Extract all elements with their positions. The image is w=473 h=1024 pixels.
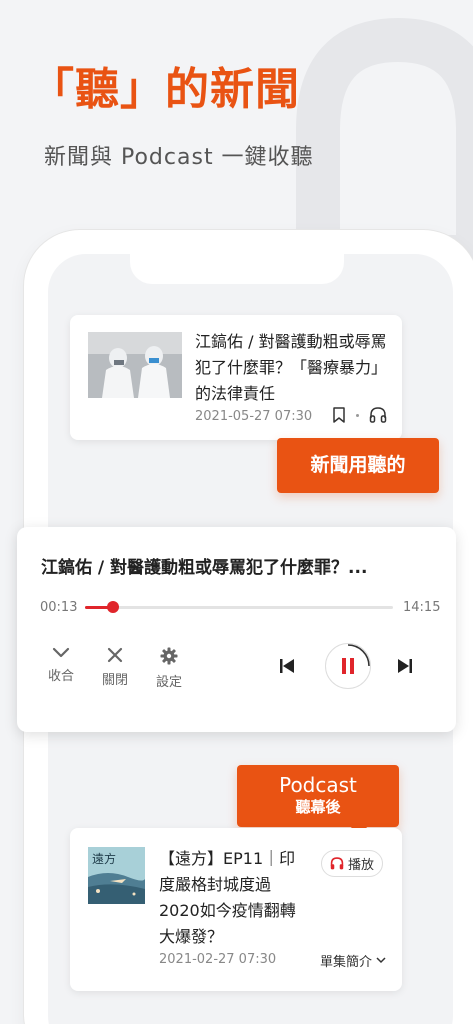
chevron-down-icon <box>376 957 386 964</box>
phone-notch <box>130 254 344 284</box>
player-title: 江鎬佑 / 對醫護動粗或辱罵犯了什麼罪？... <box>41 558 368 578</box>
headphones-icon <box>330 857 344 870</box>
separator-dot <box>356 413 359 417</box>
hero-subtitle: 新聞與 Podcast 一鍵收聽 <box>44 145 314 170</box>
elapsed-time: 00:13 <box>40 600 78 615</box>
close-label: 關閉 <box>101 673 128 688</box>
pause-button[interactable] <box>325 643 371 689</box>
article-thumbnail <box>88 332 182 398</box>
podcast-card[interactable]: 遠方 【遠方】EP11｜印度嚴格封城度過2020如今疫情翻轉大爆發？ 播放 20… <box>70 828 402 991</box>
article-card[interactable]: 江鎬佑 / 對醫護動粗或辱罵犯了什麼罪？「醫療暴力」的法律責任 2021-05-… <box>70 315 402 440</box>
close-icon <box>107 647 123 663</box>
episode-summary-label: 單集簡介 <box>320 955 373 970</box>
bookmark-icon[interactable] <box>332 407 346 423</box>
total-time: 14:15 <box>403 600 441 615</box>
collapse-label: 收合 <box>47 669 74 684</box>
callout-podcast: Podcast 聽幕後 <box>237 765 399 827</box>
episode-summary-toggle[interactable]: 單集簡介 <box>320 951 386 970</box>
skip-next-icon[interactable] <box>397 658 413 674</box>
play-label: 播放 <box>347 858 374 873</box>
progress-knob[interactable] <box>107 601 119 613</box>
article-date: 2021-05-27 07:30 <box>195 409 313 424</box>
settings-label: 設定 <box>155 675 182 690</box>
callout-listen-news: 新聞用聽的 <box>277 438 439 493</box>
progress-track[interactable] <box>85 606 393 609</box>
callout-podcast-line1: Podcast <box>279 773 357 797</box>
audio-player: 江鎬佑 / 對醫護動粗或辱罵犯了什麼罪？... 00:13 14:15 收合 關… <box>17 527 456 732</box>
gear-icon <box>160 647 178 665</box>
settings-button[interactable]: 設定 <box>149 647 189 690</box>
chevron-down-icon <box>52 647 70 658</box>
article-title[interactable]: 江鎬佑 / 對醫護動粗或辱罵犯了什麼罪？「醫療暴力」的法律責任 <box>195 329 390 407</box>
headphones-icon[interactable] <box>369 407 387 423</box>
podcast-date: 2021-02-27 07:30 <box>159 952 277 967</box>
pause-icon <box>342 644 370 674</box>
podcast-title[interactable]: 【遠方】EP11｜印度嚴格封城度過2020如今疫情翻轉大爆發？ <box>159 846 309 950</box>
callout-podcast-line2: 聽幕後 <box>295 798 341 816</box>
collapse-button[interactable]: 收合 <box>41 647 81 684</box>
hero-title: 「聽」的新聞 <box>30 64 300 115</box>
skip-previous-icon[interactable] <box>279 658 295 674</box>
podcast-thumbnail-text: 遠方 <box>92 852 117 866</box>
close-button[interactable]: 關閉 <box>95 647 135 688</box>
podcast-thumbnail: 遠方 <box>88 847 145 904</box>
play-button[interactable]: 播放 <box>321 850 383 877</box>
